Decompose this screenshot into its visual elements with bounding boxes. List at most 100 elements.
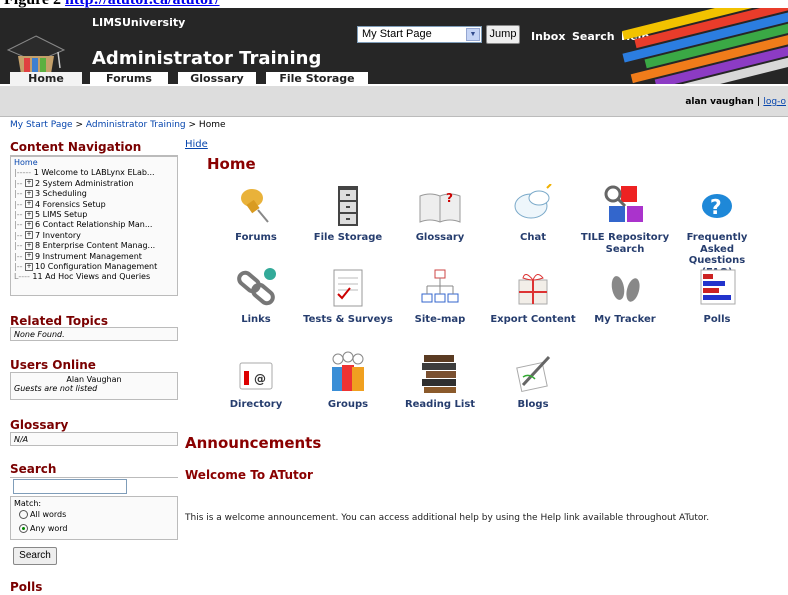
nav-item-label: 6 Contact Relationship Man... — [35, 220, 153, 230]
expand-plus-icon[interactable]: + — [25, 200, 34, 209]
books-stack-icon — [422, 355, 456, 393]
announcements-heading: Announcements — [185, 434, 322, 452]
tab-forums[interactable]: Forums — [90, 72, 168, 86]
tab-file-storage[interactable]: File Storage — [266, 72, 368, 86]
match-label: Match: — [14, 499, 42, 508]
pushpin-icon — [241, 189, 269, 223]
tool-forums[interactable]: Forums — [211, 184, 301, 244]
tool-site-map[interactable]: Site-map — [395, 266, 485, 326]
nav-item-label: 5 LIMS Setup — [35, 210, 88, 220]
radio-selected-icon[interactable] — [19, 524, 28, 533]
tool-label: Glossary — [415, 232, 465, 243]
breadcrumb-separator: > — [75, 120, 84, 130]
radio-icon[interactable] — [19, 510, 28, 519]
tool-chat[interactable]: Chat — [488, 184, 578, 244]
tool-links[interactable]: Links — [211, 266, 301, 326]
nav-item[interactable]: L---- 11 Ad Hoc Views and Queries — [14, 272, 174, 282]
hide-menu-link[interactable]: Hide — [185, 139, 208, 150]
nav-item[interactable]: |-- +10 Configuration Management — [14, 262, 174, 272]
institution-name: LIMSUniversity — [92, 16, 186, 29]
tab-glossary[interactable]: Glossary — [178, 72, 256, 86]
breadcrumb-start[interactable]: My Start Page — [10, 120, 73, 130]
directory-icon: @ — [239, 362, 273, 390]
tool-reading-list[interactable]: Reading List — [395, 351, 485, 411]
nav-item[interactable]: |-- +3 Scheduling — [14, 189, 174, 199]
nav-item[interactable]: |----- 1 Welcome to LABLynx ELab... — [14, 168, 174, 178]
tree-line-prefix: |-- — [14, 262, 26, 272]
radio-any-word[interactable]: Any word — [19, 524, 67, 533]
tool-my-tracker[interactable]: My Tracker — [580, 266, 670, 326]
chevron-down-icon[interactable]: ▼ — [466, 28, 480, 41]
tool-label: File Storage — [313, 232, 383, 243]
tool-polls[interactable]: Polls — [672, 266, 762, 326]
nav-item[interactable]: |-- +5 LIMS Setup — [14, 210, 174, 220]
nav-item[interactable]: |-- +8 Enterprise Content Manag... — [14, 241, 174, 251]
tool-blogs[interactable]: Blogs — [488, 351, 578, 411]
caption-prefix: Figure 2 — [4, 0, 61, 8]
tool-directory[interactable]: @ Directory — [211, 351, 301, 411]
jump-button[interactable]: Jump — [486, 25, 520, 44]
search-link[interactable]: Search — [572, 30, 615, 43]
radio-all-words[interactable]: All words — [19, 510, 66, 519]
course-title: Administrator Training — [92, 48, 322, 69]
expand-plus-icon[interactable]: + — [25, 179, 34, 188]
gift-box-icon — [518, 274, 548, 305]
search-button[interactable]: Search — [13, 547, 57, 565]
nav-item-label: 10 Configuration Management — [35, 262, 158, 272]
nav-item-label: 1 Welcome to LABLynx ELab... — [33, 168, 155, 178]
user-bar: alan vaughan | log-o — [0, 86, 788, 117]
book-icon: ? — [419, 191, 461, 223]
content-navigation-heading: Content Navigation — [10, 140, 178, 156]
separator: | — [756, 97, 761, 107]
nav-item[interactable]: |-- +4 Forensics Setup — [14, 200, 174, 210]
tool-label: Tests & Surveys — [303, 314, 393, 325]
nav-item[interactable]: |-- +9 Instrument Management — [14, 252, 174, 262]
file-cabinet-icon — [338, 186, 358, 226]
tool-file-storage[interactable]: File Storage — [303, 184, 393, 244]
nav-item[interactable]: |-- +2 System Administration — [14, 179, 174, 189]
svg-text:?: ? — [710, 195, 722, 219]
inbox-link[interactable]: Inbox — [531, 30, 565, 43]
expand-plus-icon[interactable]: + — [25, 262, 34, 271]
expand-plus-icon[interactable]: + — [25, 231, 34, 240]
related-topics-value: None Found. — [10, 327, 178, 341]
guests-note: Guests are not listed — [14, 384, 98, 393]
tool-faq[interactable]: ? Frequently Asked Questions (FAQ) — [672, 184, 762, 278]
expand-plus-icon[interactable]: + — [25, 220, 34, 229]
tool-label: Forums — [235, 232, 277, 243]
tile-search-icon — [604, 185, 643, 222]
nav-root[interactable]: Home — [14, 158, 174, 168]
nav-item[interactable]: |-- +6 Contact Relationship Man... — [14, 220, 174, 230]
breadcrumb-course[interactable]: Administrator Training — [86, 120, 186, 130]
tool-label: Blogs — [517, 399, 549, 410]
tool-label: Site-map — [414, 314, 466, 325]
question-mark-icon: ? — [702, 194, 732, 219]
username: alan vaughan — [685, 97, 754, 107]
caption-link[interactable]: http://atutor.ca/atutor/ — [65, 0, 220, 8]
search-input[interactable] — [13, 479, 127, 494]
tool-export-content[interactable]: Export Content — [488, 266, 578, 326]
tree-line-prefix: |-- — [14, 210, 26, 220]
glossary-value: N/A — [10, 432, 178, 446]
breadcrumb-current: Home — [198, 120, 226, 130]
nav-item[interactable]: |-- +7 Inventory — [14, 231, 174, 241]
expand-plus-icon[interactable]: + — [25, 189, 34, 198]
tool-tests-surveys[interactable]: Tests & Surveys — [303, 266, 393, 326]
tab-home[interactable]: Home — [10, 72, 82, 86]
radio-label: Any word — [30, 524, 68, 533]
top-caption: Figure 2 http://atutor.ca/atutor/ — [4, 0, 220, 8]
logout-link[interactable]: log-o — [763, 97, 786, 107]
expand-plus-icon[interactable]: + — [25, 241, 34, 250]
nav-item-label: 11 Ad Hoc Views and Queries — [32, 272, 151, 282]
tool-label: Links — [241, 314, 271, 325]
jump-select[interactable]: My Start Page ▼ — [357, 26, 482, 43]
expand-plus-icon[interactable]: + — [25, 252, 34, 261]
breadcrumb-separator: > — [188, 120, 197, 130]
users-online-box: Alan Vaughan Guests are not listed — [10, 372, 178, 400]
tool-tile-repository-search[interactable]: TILE Repository Search — [580, 184, 670, 255]
search-heading: Search — [10, 462, 178, 478]
tree-line-prefix: |-- — [14, 220, 26, 230]
tool-glossary[interactable]: ? Glossary — [395, 184, 485, 244]
expand-plus-icon[interactable]: + — [25, 210, 34, 219]
tool-groups[interactable]: Groups — [303, 351, 393, 411]
